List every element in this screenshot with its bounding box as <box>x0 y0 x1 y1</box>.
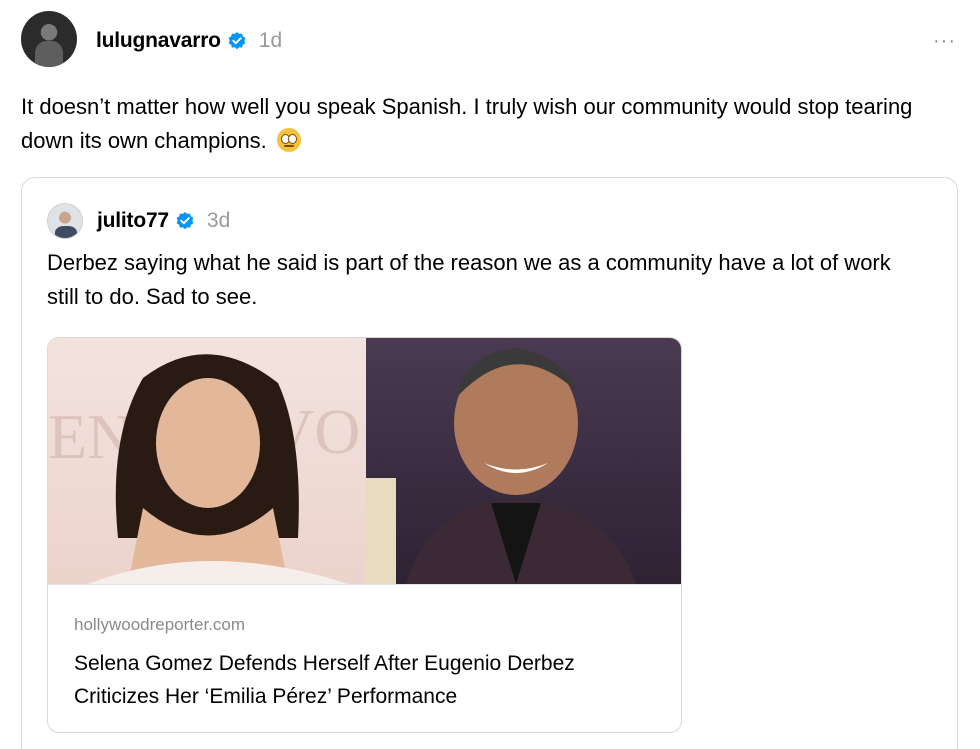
quoted-post-card[interactable]: julito77 3d Derbez saying what he said i… <box>21 177 958 749</box>
verified-badge-icon <box>176 212 194 230</box>
post-header: lulugnavarro 1d <box>96 27 282 55</box>
author-username[interactable]: lulugnavarro <box>96 29 221 53</box>
post-timestamp[interactable]: 1d <box>259 29 282 53</box>
author-avatar[interactable] <box>21 11 77 67</box>
preview-photo-left: EN VO <box>48 338 366 584</box>
more-options-button[interactable]: ··· <box>933 30 956 53</box>
quoted-post-header: julito77 3d <box>97 207 230 235</box>
link-preview-image: EN VO <box>48 338 681 584</box>
portrait-illustration-right <box>366 348 636 584</box>
quoted-post-timestamp[interactable]: 3d <box>207 209 230 233</box>
link-domain: hollywoodreporter.com <box>74 615 246 634</box>
quoted-author-username[interactable]: julito77 <box>97 209 169 233</box>
portrait-illustration-left: EN VO <box>48 354 360 584</box>
post-text: It doesn’t matter how well you speak Spa… <box>21 94 913 153</box>
quoted-post-text: Derbez saying what he said is part of th… <box>47 250 891 309</box>
rolling-eyes-emoji-icon <box>276 128 301 152</box>
thread-post: lulugnavarro 1d ··· It doesn’t matter ho… <box>0 0 980 749</box>
verified-badge-icon <box>228 32 246 50</box>
quoted-author-avatar[interactable] <box>47 203 83 239</box>
link-preview-card[interactable]: EN VO hollywoodreporter.com Selena Gomez… <box>47 337 682 733</box>
link-preview-meta: hollywoodreporter.com Selena Gomez Defen… <box>48 584 681 732</box>
link-title[interactable]: Selena Gomez Defends Herself After Eugen… <box>74 647 654 713</box>
preview-photo-right <box>366 338 681 584</box>
post-body: It doesn’t matter how well you speak Spa… <box>21 90 941 158</box>
